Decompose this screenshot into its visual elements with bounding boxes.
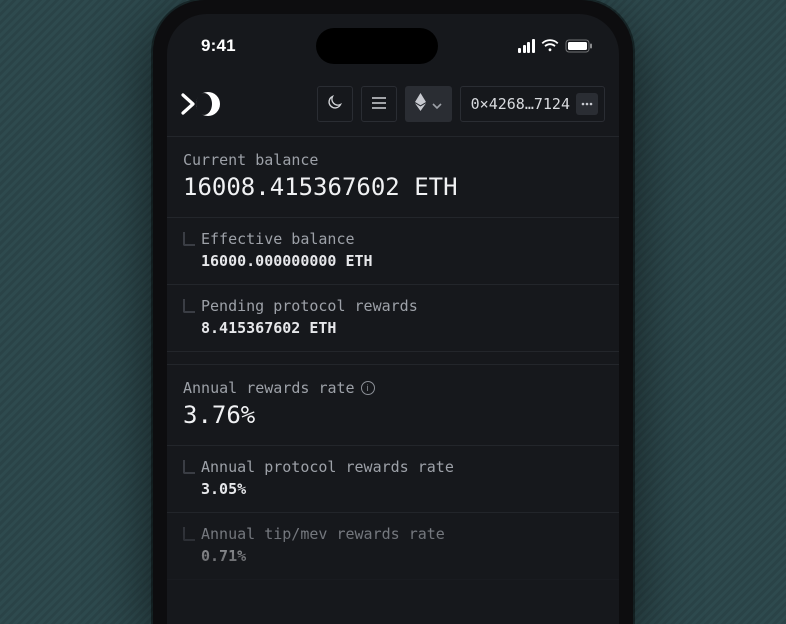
pending-rewards-label: Pending protocol rewards xyxy=(201,297,603,315)
annual-rewards-section: Annual rewards rate i 3.76% xyxy=(167,364,619,446)
info-icon[interactable]: i xyxy=(361,381,375,395)
protocol-rewards-value: 3.05% xyxy=(201,480,603,498)
protocol-rewards-label: Annual protocol rewards rate xyxy=(201,458,603,476)
app-header: 0×4268…7124 xyxy=(167,70,619,136)
phone-screen: 9:41 xyxy=(167,14,619,624)
phone-frame: 9:41 xyxy=(153,0,633,624)
effective-balance-row: Effective balance 16000.000000000 ETH xyxy=(167,218,619,285)
annual-rewards-value: 3.76% xyxy=(183,401,603,429)
dynamic-island xyxy=(316,28,438,64)
content: Current balance 16008.415367602 ETH Effe… xyxy=(167,136,619,580)
moon-icon xyxy=(327,94,343,114)
menu-button[interactable] xyxy=(361,86,397,122)
pending-rewards-row: Pending protocol rewards 8.415367602 ETH xyxy=(167,285,619,352)
more-icon xyxy=(576,93,598,115)
ethereum-icon xyxy=(415,93,426,115)
tipmev-rewards-row: Annual tip/mev rewards rate 0.71% xyxy=(167,513,619,580)
tipmev-rewards-label: Annual tip/mev rewards rate xyxy=(201,525,603,543)
pending-rewards-value: 8.415367602 ETH xyxy=(201,319,603,337)
annual-rewards-label: Annual rewards rate i xyxy=(183,379,603,397)
status-icons xyxy=(518,39,593,53)
current-balance-value: 16008.415367602 ETH xyxy=(183,173,603,201)
wallet-address-text: 0×4268…7124 xyxy=(471,95,570,113)
app-logo[interactable] xyxy=(181,91,229,117)
theme-toggle-button[interactable] xyxy=(317,86,353,122)
wallet-address-button[interactable]: 0×4268…7124 xyxy=(460,86,605,122)
cellular-signal-icon xyxy=(518,39,535,53)
current-balance-label: Current balance xyxy=(183,151,603,169)
network-select[interactable] xyxy=(405,86,452,122)
hamburger-icon xyxy=(371,95,387,114)
status-bar: 9:41 xyxy=(167,14,619,70)
tipmev-rewards-value: 0.71% xyxy=(201,547,603,565)
protocol-rewards-row: Annual protocol rewards rate 3.05% xyxy=(167,446,619,513)
battery-icon xyxy=(565,39,593,53)
effective-balance-value: 16000.000000000 ETH xyxy=(201,252,603,270)
wifi-icon xyxy=(541,39,559,53)
current-balance-section: Current balance 16008.415367602 ETH xyxy=(167,136,619,218)
status-time: 9:41 xyxy=(201,36,236,56)
chevron-down-icon xyxy=(432,95,442,114)
effective-balance-label: Effective balance xyxy=(201,230,603,248)
